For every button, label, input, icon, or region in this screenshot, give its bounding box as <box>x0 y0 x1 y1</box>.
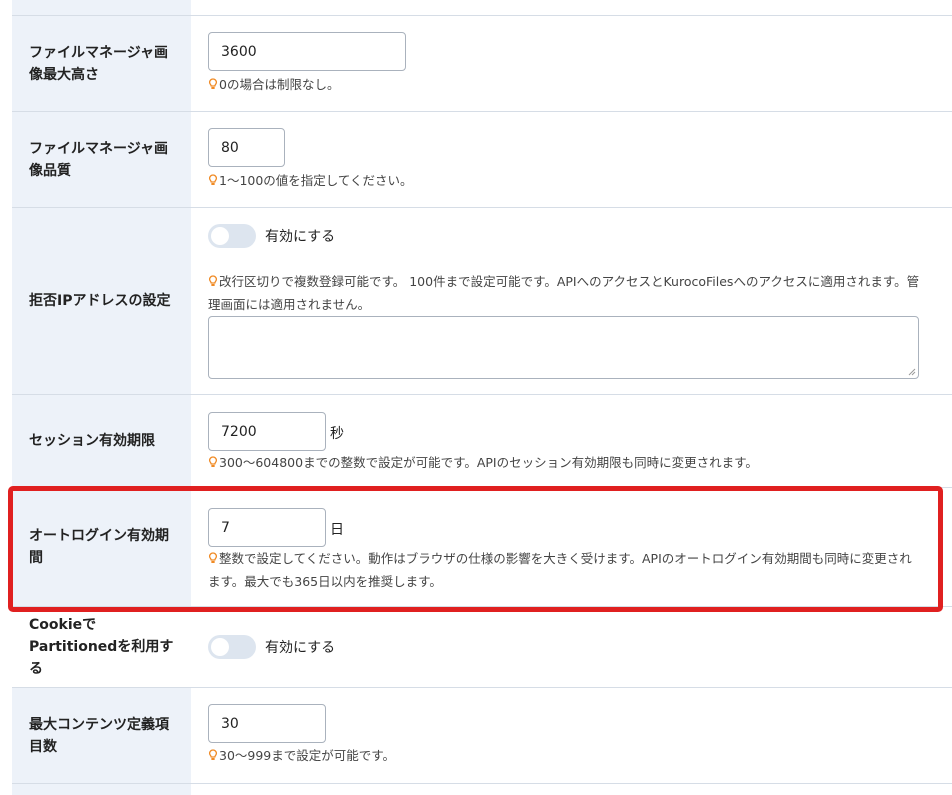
value-cell: 有効にする <box>208 607 952 687</box>
label-cell: セッション有効期限 <box>12 395 191 487</box>
hint-text: 0の場合は制限なし。 <box>219 77 340 92</box>
table-row-partial-top <box>12 0 952 16</box>
cookie-partitioned-toggle-label: 有効にする <box>265 640 336 656</box>
max-content-items-input[interactable] <box>208 704 326 743</box>
session-label: セッション有効期限 <box>29 433 155 449</box>
table-row-fm-quality: ファイルマネージャ画像品質 1〜100の値を指定してください。 <box>12 112 952 208</box>
fm-quality-label: ファイルマネージャ画像品質 <box>29 140 169 179</box>
deny-ip-toggle-label: 有効にする <box>265 229 336 245</box>
value-cell: 30〜999まで設定が可能です。 <box>208 688 952 783</box>
autologin-unit: 日 <box>330 522 344 538</box>
label-cell: ファイルマネージャ画像最大高さ <box>12 16 191 111</box>
resize-grip-icon[interactable] <box>908 368 916 376</box>
table-row-cookie-partitioned: CookieでPartitionedを利用する 有効にする <box>12 607 952 688</box>
lightbulb-icon <box>208 552 218 563</box>
value-cell: 日 整数で設定してください。動作はブラウザの仕様の影響を大きく受けます。APIの… <box>208 488 952 606</box>
value-cell: 秒 300〜604800までの整数で設定が可能です。APIのセッション有効期限も… <box>208 395 952 487</box>
session-hint: 300〜604800までの整数で設定が可能です。APIのセッション有効期限も同時… <box>208 451 758 474</box>
value-cell: 0の場合は制限なし。 <box>208 16 952 111</box>
toggle-knob <box>211 227 229 245</box>
max-content-items-label: 最大コンテンツ定義項目数 <box>29 716 169 755</box>
lightbulb-icon <box>208 174 218 185</box>
cookie-partitioned-toggle[interactable] <box>208 635 256 659</box>
hint-text: 整数で設定してください。動作はブラウザの仕様の影響を大きく受けます。APIのオー… <box>208 551 912 589</box>
value-cell: 有効にする 改行区切りで複数登録可能です。 100件まで設定可能です。APIへの… <box>208 208 952 394</box>
autologin-label: オートログイン有効期間 <box>29 528 169 566</box>
lightbulb-icon <box>208 749 218 760</box>
settings-table: ファイルマネージャ画像最大高さ 0の場合は制限なし。 ファイルマネージャ画像品質… <box>0 0 952 795</box>
hint-text: 1〜100の値を指定してください。 <box>219 173 413 188</box>
autologin-hint: 整数で設定してください。動作はブラウザの仕様の影響を大きく受けます。APIのオー… <box>208 547 920 593</box>
deny-ip-hint: 改行区切りで複数登録可能です。 100件まで設定可能です。APIへのアクセスとK… <box>208 270 920 316</box>
label-cell: CookieでPartitionedを利用する <box>12 607 191 687</box>
fm-max-height-label: ファイルマネージャ画像最大高さ <box>29 44 169 83</box>
cookie-partitioned-label: CookieでPartitionedを利用する <box>29 617 174 677</box>
lightbulb-icon <box>208 78 218 89</box>
hint-text: 30〜999まで設定が可能です。 <box>219 748 396 763</box>
table-row-autologin: オートログイン有効期間 日 整数で設定してください。動作はブラウザの仕様の影響を… <box>12 488 952 607</box>
deny-ip-toggle[interactable] <box>208 224 256 248</box>
fm-max-height-hint: 0の場合は制限なし。 <box>208 73 339 96</box>
hint-text: 300〜604800までの整数で設定が可能です。APIのセッション有効期限も同時… <box>219 455 758 470</box>
label-cell <box>12 0 191 15</box>
session-unit: 秒 <box>330 426 344 442</box>
value-cell: 1〜100の値を指定してください。 <box>208 112 952 207</box>
fm-quality-input[interactable] <box>208 128 285 167</box>
table-row-session: セッション有効期限 秒 300〜604800までの整数で設定が可能です。APIの… <box>12 395 952 488</box>
table-row-deny-ip: 拒否IPアドレスの設定 有効にする 改行区切りで複数登録可能です。 100件まで… <box>12 208 952 395</box>
lightbulb-icon <box>208 275 218 286</box>
label-cell: 最大コンテンツ定義項目数 <box>12 688 191 783</box>
label-cell: オートログイン有効期間 <box>12 488 191 606</box>
deny-ip-textarea[interactable] <box>208 316 919 379</box>
table-row-max-content-items: 最大コンテンツ定義項目数 30〜999まで設定が可能です。 <box>12 688 952 784</box>
deny-ip-label: 拒否IPアドレスの設定 <box>29 293 171 309</box>
toggle-knob <box>211 638 229 656</box>
fm-max-height-input[interactable] <box>208 32 406 71</box>
lightbulb-icon <box>208 456 218 467</box>
session-input[interactable] <box>208 412 326 451</box>
max-content-items-hint: 30〜999まで設定が可能です。 <box>208 744 395 767</box>
label-cell: ファイルマネージャ画像品質 <box>12 112 191 207</box>
autologin-input[interactable] <box>208 508 326 547</box>
fm-quality-hint: 1〜100の値を指定してください。 <box>208 169 413 192</box>
table-row-fm-max-height: ファイルマネージャ画像最大高さ 0の場合は制限なし。 <box>12 16 952 112</box>
table-row-partial-bottom <box>12 784 952 795</box>
hint-text: 改行区切りで複数登録可能です。 100件まで設定可能です。APIへのアクセスとK… <box>208 274 920 312</box>
label-cell <box>12 784 191 795</box>
label-cell: 拒否IPアドレスの設定 <box>12 208 191 394</box>
